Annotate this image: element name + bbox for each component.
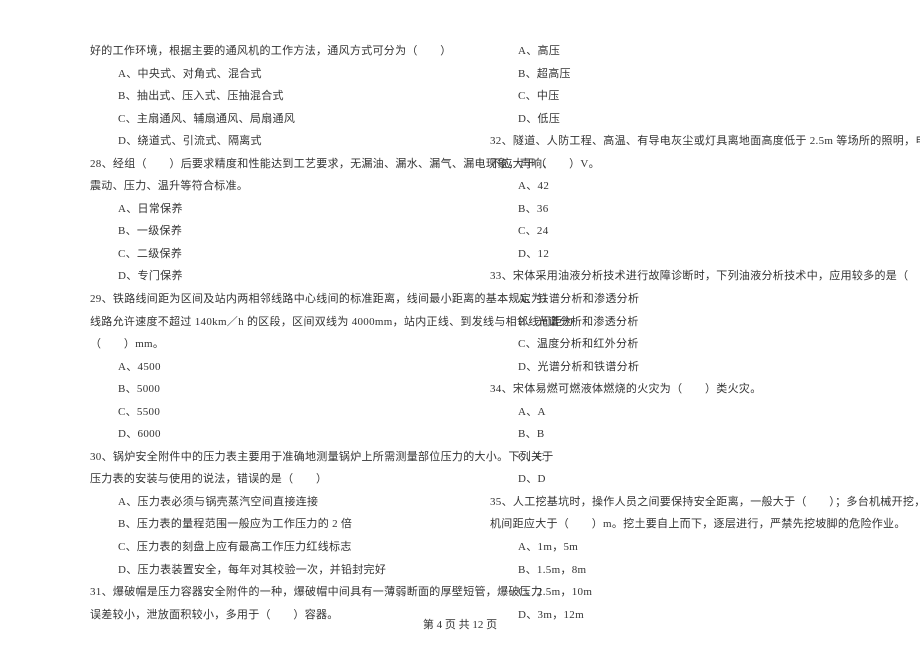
q32-option-c: C、24 [490,220,850,243]
q33-option-a: A、铁谱分析和渗透分析 [490,288,850,311]
question-30: 30、锅炉安全附件中的压力表主要用于准确地测量锅炉上所需测量部位压力的大小。下列… [90,446,450,469]
page-content: 好的工作环境，根据主要的通风机的工作方法，通风方式可分为（ ） A、中央式、对角… [0,0,920,656]
q35-option-c: C、2.5m，10m [490,581,850,604]
left-column: 好的工作环境，根据主要的通风机的工作方法，通风方式可分为（ ） A、中央式、对角… [90,40,450,626]
question-29-cont2: （ ）mm。 [90,333,450,356]
q30-option-a: A、压力表必须与锅壳蒸汽空间直接连接 [90,491,450,514]
q27-option-c: C、主扇通风、辅扇通风、局扇通风 [90,108,450,131]
q29-option-d: D、6000 [90,423,450,446]
q31-option-d: D、低压 [490,108,850,131]
q27-option-a: A、中央式、对角式、混合式 [90,63,450,86]
q27-option-b: B、抽出式、压入式、压抽混合式 [90,85,450,108]
q31-option-a: A、高压 [490,40,850,63]
question-34: 34、宋体易燃可燃液体燃烧的火灾为（ ）类火灾。 [490,378,850,401]
q29-option-a: A、4500 [90,356,450,379]
question-28: 28、经组（ ）后要求精度和性能达到工艺要求，无漏油、漏水、漏气、漏电现象，声响… [90,153,450,176]
question-35: 35、人工挖基坑时，操作人员之间要保持安全距离，一般大于（ ）；多台机械开挖，挖… [490,491,850,514]
question-35-cont: 机间距应大于（ ）m。挖土要自上而下，逐层进行，严禁先挖坡脚的危险作业。 [490,513,850,536]
q30-option-c: C、压力表的刻盘上应有最高工作压力红线标志 [90,536,450,559]
q27-option-d: D、绕道式、引流式、隔离式 [90,130,450,153]
q32-option-d: D、12 [490,243,850,266]
right-column: A、高压 B、超高压 C、中压 D、低压 32、隧道、人防工程、高温、有导电灰尘… [490,40,850,626]
question-29-cont: 线路允许速度不超过 140km／h 的区段，区间双线为 4000mm，站内正线、… [90,311,450,334]
q28-option-a: A、日常保养 [90,198,450,221]
page-footer: 第 4 页 共 12 页 [0,616,920,632]
q31-option-b: B、超高压 [490,63,850,86]
q31-option-c: C、中压 [490,85,850,108]
q33-option-b: B、光谱分析和渗透分析 [490,311,850,334]
q33-option-c: C、温度分析和红外分析 [490,333,850,356]
q30-option-b: B、压力表的量程范围一般应为工作压力的 2 倍 [90,513,450,536]
question-28-cont: 震动、压力、温升等符合标准。 [90,175,450,198]
q28-option-b: B、一级保养 [90,220,450,243]
question-33: 33、宋体采用油液分析技术进行故障诊断时，下列油液分析技术中，应用较多的是（ ） [490,265,850,288]
q34-option-a: A、A [490,401,850,424]
q30-option-d: D、压力表装置安全，每年对其校验一次，并铅封完好 [90,559,450,582]
q35-option-a: A、1m，5m [490,536,850,559]
q34-option-c: C、C [490,446,850,469]
q28-option-c: C、二级保养 [90,243,450,266]
q28-option-d: D、专门保养 [90,265,450,288]
question-30-cont: 压力表的安装与使用的说法，错误的是（ ） [90,468,450,491]
question-31: 31、爆破帽是压力容器安全附件的一种，爆破帽中间具有一薄弱断面的厚壁短管，爆破压… [90,581,450,604]
q34-option-b: B、B [490,423,850,446]
q29-option-c: C、5500 [90,401,450,424]
q33-option-d: D、光谱分析和铁谱分析 [490,356,850,379]
question-32: 32、隧道、人防工程、高温、有导电灰尘或灯具离地面高度低于 2.5m 等场所的照… [490,130,850,153]
q35-option-b: B、1.5m，8m [490,559,850,582]
q32-option-a: A、42 [490,175,850,198]
question-29: 29、铁路线间距为区间及站内两相邻线路中心线间的标准距离，线间最小距离的基本规定… [90,288,450,311]
q34-option-d: D、D [490,468,850,491]
q32-option-b: B、36 [490,198,850,221]
question-27-cont: 好的工作环境，根据主要的通风机的工作方法，通风方式可分为（ ） [90,40,450,63]
question-32-cont: 不应大于（ ）V。 [490,153,850,176]
q29-option-b: B、5000 [90,378,450,401]
